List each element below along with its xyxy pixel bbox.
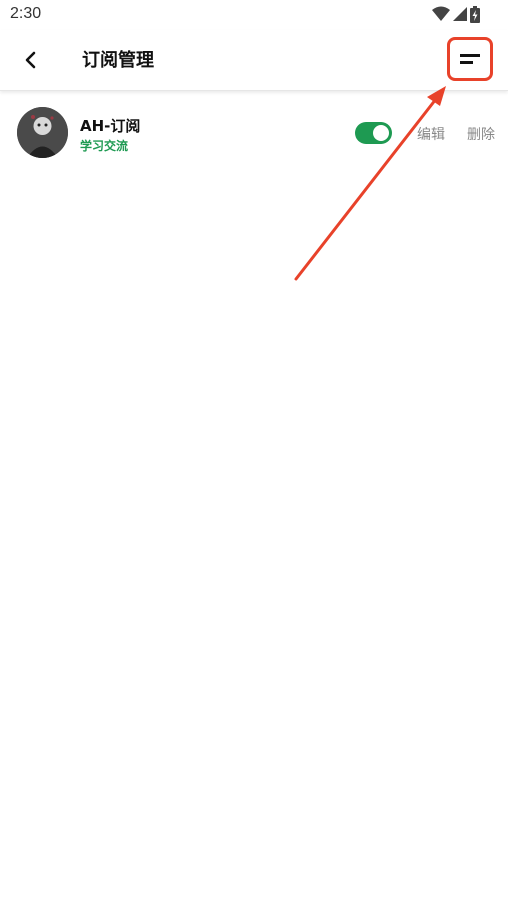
status-bar: 2:30 — [0, 0, 508, 30]
app-bar: 订阅管理 — [0, 30, 508, 91]
avatar-image-icon — [17, 107, 68, 158]
signal-icon — [453, 7, 467, 21]
subscription-toggle[interactable] — [355, 122, 392, 144]
menu-lines-icon — [460, 54, 480, 64]
page-title: 订阅管理 — [82, 50, 154, 71]
battery-icon — [470, 5, 480, 23]
avatar — [17, 107, 68, 158]
chevron-left-icon — [25, 51, 36, 69]
status-time: 2:30 — [10, 5, 42, 22]
subscription-name: AH-订阅 — [80, 117, 141, 135]
edit-button[interactable]: 编辑 — [417, 124, 445, 144]
toggle-knob — [373, 125, 389, 141]
menu-button[interactable] — [447, 37, 493, 81]
back-button[interactable] — [14, 44, 48, 76]
delete-button[interactable]: 删除 — [467, 124, 495, 144]
wifi-icon — [432, 6, 450, 21]
subscription-item[interactable]: AH-订阅 学习交流 编辑 删除 — [0, 98, 508, 168]
subscription-category: 学习交流 — [80, 139, 129, 153]
status-icons — [432, 5, 480, 23]
